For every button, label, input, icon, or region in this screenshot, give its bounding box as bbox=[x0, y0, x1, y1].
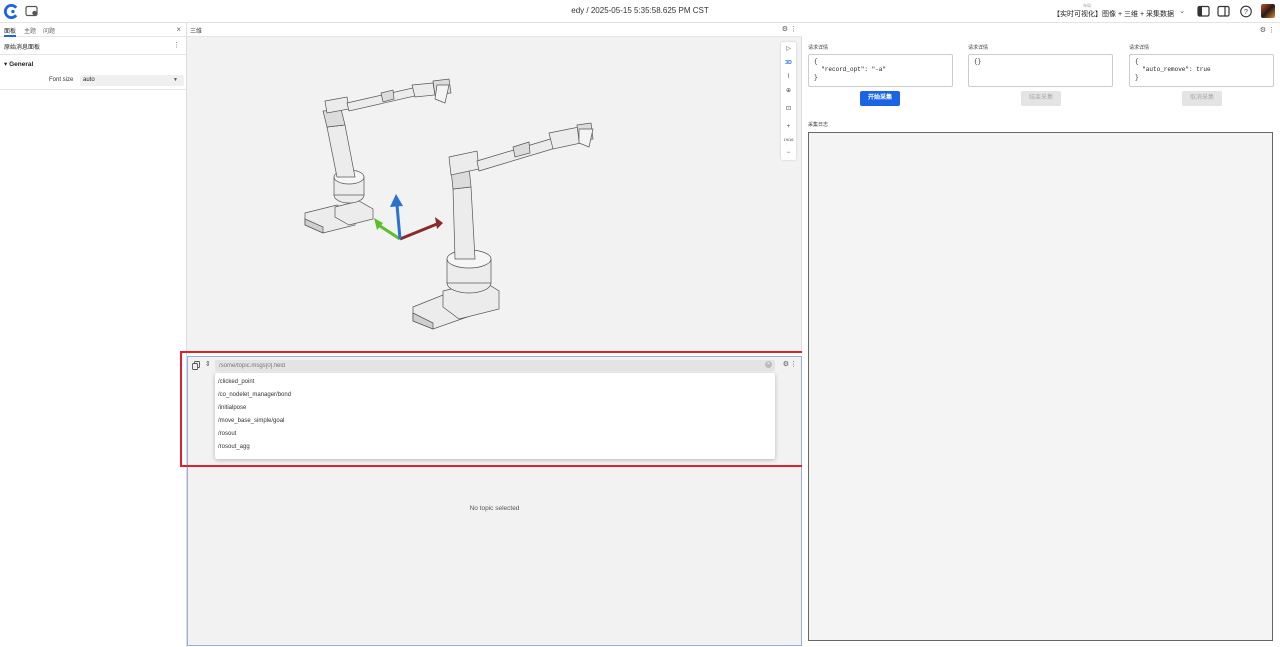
three-d-panel: 三维 ⚙ ⋮ ▷ 3D ⌇ ⊕ ⊡ + 19/16 − bbox=[187, 23, 802, 351]
selected-panel-name: 原始消息面板 bbox=[4, 45, 41, 51]
three-d-viewport[interactable] bbox=[187, 37, 777, 351]
toggle-3d-button[interactable]: 3D bbox=[781, 56, 796, 70]
help-icon[interactable]: ? bbox=[1239, 5, 1253, 18]
top-bar: edy / 2025-05-15 5:35:58.625 PM CST 布局 【… bbox=[0, 0, 1280, 23]
publish-point-icon[interactable]: ⊕ bbox=[781, 84, 796, 98]
zoom-level: 19/16 bbox=[783, 137, 794, 142]
svg-text:?: ? bbox=[1244, 9, 1248, 16]
request-label-cancel: 请求详情 bbox=[1129, 45, 1150, 51]
right-sidebar-icon[interactable] bbox=[1217, 5, 1231, 18]
stop-collection-button[interactable]: 结束采集 bbox=[1021, 91, 1061, 106]
general-section-header[interactable]: ▾ General bbox=[4, 60, 33, 68]
three-d-menu-icon[interactable]: ⋮ bbox=[790, 25, 797, 33]
request-body-stop[interactable]: {} bbox=[968, 54, 1113, 87]
user-avatar[interactable] bbox=[1261, 4, 1275, 18]
tab-panels[interactable]: 面板 bbox=[4, 26, 16, 35]
request-label-start: 请求详情 bbox=[808, 45, 829, 51]
empty-state-text: No topic selected bbox=[469, 505, 520, 512]
layout-selector[interactable]: 【实时可视化】图像 + 三维 + 采集数据 bbox=[1053, 9, 1174, 19]
three-d-panel-title: 三维 bbox=[190, 29, 203, 35]
collection-settings-icon[interactable]: ⚙ bbox=[1260, 26, 1266, 34]
left-sidebar-icon[interactable] bbox=[1197, 5, 1211, 18]
axis-gizmo bbox=[374, 194, 443, 241]
sidebar-tabs: 面板 主题 问题 × bbox=[0, 23, 186, 37]
robot-arm-back bbox=[304, 78, 452, 234]
fit-view-icon[interactable]: ⊡ bbox=[781, 102, 796, 116]
font-size-label: Font size bbox=[49, 77, 74, 83]
tab-problems[interactable]: 问题 bbox=[43, 26, 55, 35]
three-d-settings-icon[interactable]: ⚙ bbox=[782, 25, 788, 33]
font-size-select[interactable]: auto ▼ bbox=[80, 75, 184, 86]
zoom-out-icon[interactable]: − bbox=[781, 146, 796, 160]
general-section: ▾ General Font size auto ▼ bbox=[0, 54, 186, 90]
close-sidebar-icon[interactable]: × bbox=[176, 25, 181, 34]
cancel-collection-button[interactable]: 取消采集 bbox=[1182, 91, 1222, 106]
settings-sidebar: 面板 主题 问题 × 原始消息面板 ⋮ ▾ General Font size … bbox=[0, 23, 187, 647]
request-label-stop: 请求详情 bbox=[968, 45, 989, 51]
collection-panel: ⚙ ⋮ 请求详情 { "record_opt": "-a" } 开始采集 请求详… bbox=[802, 23, 1280, 647]
layout-chevron-icon[interactable]: ⌄ bbox=[1179, 7, 1185, 15]
active-tab-indicator bbox=[4, 35, 16, 37]
zoom-in-icon[interactable]: + bbox=[781, 120, 796, 134]
request-body-cancel[interactable]: { "auto_remove": true } bbox=[1129, 54, 1274, 87]
font-size-value: auto bbox=[83, 77, 95, 83]
measure-icon[interactable]: ⌇ bbox=[781, 70, 796, 84]
start-collection-button[interactable]: 开始采集 bbox=[860, 91, 900, 106]
collection-menu-icon[interactable]: ⋮ bbox=[1268, 26, 1275, 34]
collection-log-label: 采集日志 bbox=[808, 122, 829, 128]
collection-log-area[interactable] bbox=[808, 132, 1273, 641]
general-section-title: General bbox=[9, 61, 34, 68]
play-icon[interactable]: ▷ bbox=[781, 42, 796, 56]
tab-topics[interactable]: 主题 bbox=[24, 26, 36, 35]
three-d-panel-header: 三维 ⚙ ⋮ bbox=[187, 23, 802, 37]
panel-menu-icon[interactable]: ⋮ bbox=[173, 41, 180, 49]
collapse-caret-icon: ▾ bbox=[4, 61, 8, 68]
select-caret-icon: ▼ bbox=[173, 77, 178, 83]
highlight-box bbox=[180, 351, 811, 467]
request-body-start[interactable]: { "record_opt": "-a" } bbox=[808, 54, 953, 87]
viewport-toolbar: ▷ 3D ⌇ ⊕ ⊡ + 19/16 − bbox=[781, 42, 796, 160]
